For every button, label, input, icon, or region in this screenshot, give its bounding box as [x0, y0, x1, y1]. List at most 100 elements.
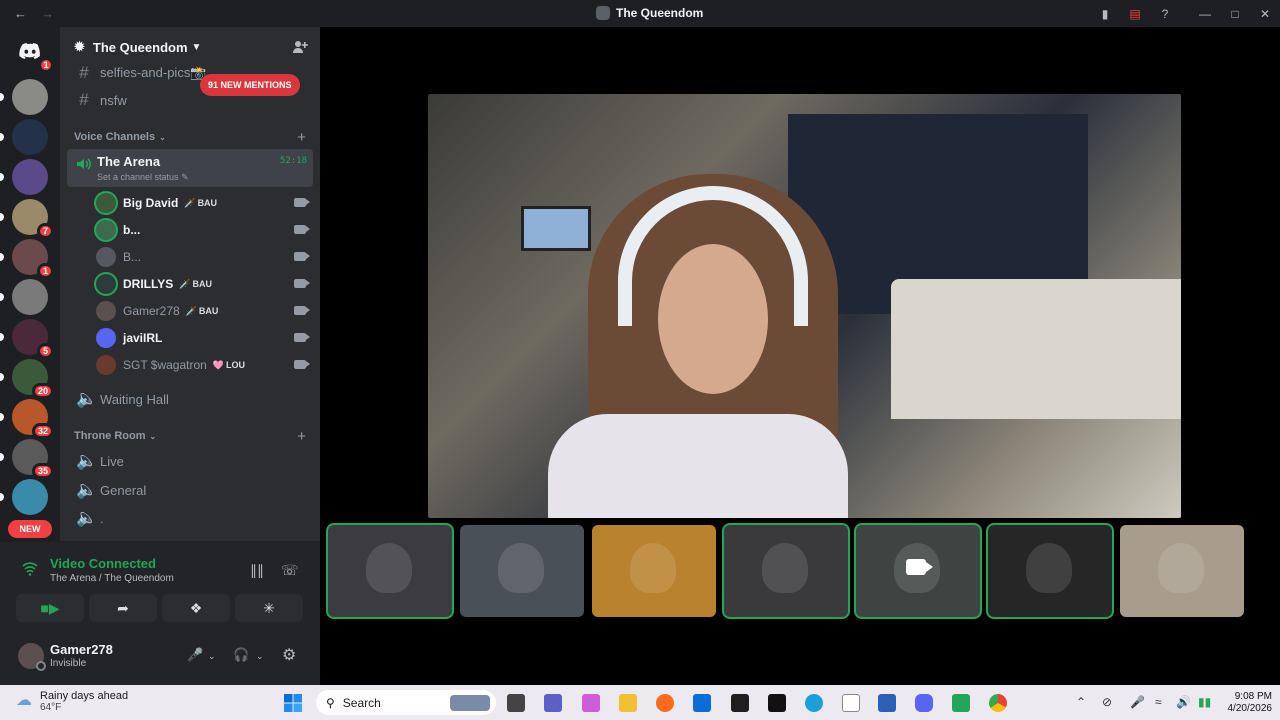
add-friend-icon[interactable] [292, 39, 308, 58]
server-icon[interactable]: 1 [0, 239, 54, 279]
server-icon[interactable]: 35 [0, 439, 54, 479]
category-voice-channels[interactable]: Voice Channels ⌄ + [74, 129, 306, 146]
channel-status[interactable]: Set a channel status ✎ [97, 172, 189, 183]
mail-icon[interactable] [693, 694, 711, 712]
microphone-icon[interactable]: 🎤 [187, 647, 203, 663]
noise-suppression-icon[interactable]: ∥∥ [250, 562, 264, 579]
user-panel: Gamer278 Invisible 🎤 ⌄ 🎧 ⌄ ⚙ [0, 635, 320, 685]
server-icon[interactable]: 20 [0, 359, 54, 399]
minimize-icon[interactable]: — [1190, 7, 1220, 21]
voice-member[interactable]: SGT $wagatron 🩷 LOU [96, 352, 310, 378]
avatar[interactable] [18, 643, 46, 671]
voice-member[interactable]: DRILLYS 🗡️ BAU [96, 271, 310, 297]
forward-icon[interactable]: → [41, 6, 54, 21]
voice-member[interactable]: javiIRL [96, 325, 310, 351]
file-explorer-icon[interactable] [619, 694, 637, 712]
add-channel-icon[interactable]: + [297, 129, 306, 146]
windows-start-icon[interactable] [283, 693, 303, 713]
voice-channel-waiting-hall[interactable]: 🔈 Waiting Hall [68, 386, 312, 412]
weather-temp: 64°F [40, 702, 62, 713]
activities-button[interactable]: ❖ [162, 594, 230, 622]
connection-status[interactable]: Video Connected [50, 556, 156, 571]
add-channel-icon[interactable]: + [297, 428, 306, 445]
role-tag: 🗡️ BAU [186, 306, 219, 317]
discord-home-button[interactable]: 1 [12, 33, 54, 73]
participant-video-tile[interactable] [724, 525, 848, 617]
voice-member[interactable]: B... [96, 244, 310, 270]
speaker-icon: 🔈 [76, 389, 98, 408]
voice-channel-live[interactable]: 🔈 Live [68, 448, 312, 474]
activities-icon: ❖ [189, 599, 203, 616]
server-icon[interactable] [0, 79, 48, 115]
new-mentions-pill[interactable]: 91 NEW MENTIONS [200, 74, 300, 96]
teams-icon[interactable] [544, 694, 562, 712]
screen-share-button[interactable]: ➦ [89, 594, 157, 622]
server-icon[interactable]: 32 [0, 399, 54, 439]
app-icon[interactable] [952, 694, 970, 712]
server-icon[interactable]: 5 [0, 319, 54, 359]
maximize-icon[interactable]: □ [1220, 7, 1250, 21]
username[interactable]: Gamer278 [50, 642, 113, 657]
volume-icon[interactable]: 🔊 [1176, 695, 1191, 709]
discord-taskbar-icon[interactable] [915, 694, 933, 712]
server-icon[interactable] [0, 279, 48, 315]
role-tag: 🩷 LOU [213, 360, 245, 371]
category-label: Throne Room [74, 430, 146, 442]
category-throne-room[interactable]: Throne Room ⌄ + [74, 428, 306, 445]
participant-video-tile[interactable] [988, 525, 1112, 617]
bookmark-icon[interactable]: ▮ [1090, 7, 1120, 21]
server-icon[interactable] [0, 119, 48, 155]
word-icon[interactable] [878, 694, 896, 712]
disconnect-icon[interactable]: ☏ [281, 562, 299, 579]
firefox-icon[interactable] [656, 694, 674, 712]
participant-video-tile[interactable] [856, 525, 980, 617]
focused-video[interactable] [428, 94, 1181, 518]
help-icon[interactable]: ? [1150, 7, 1180, 21]
participant-silhouette [498, 543, 544, 593]
notepad-icon[interactable] [842, 694, 860, 712]
chevron-down-icon[interactable]: ⌄ [208, 651, 216, 662]
battery-icon[interactable]: ▮▮ [1198, 695, 1211, 709]
inbox-icon[interactable]: ▤ [1120, 7, 1150, 21]
dropbox-icon[interactable] [731, 694, 749, 712]
copilot-icon[interactable] [582, 694, 600, 712]
category-label: Voice Channels [74, 131, 156, 143]
chrome-icon[interactable] [989, 694, 1007, 712]
taskbar-search[interactable]: ⚲ Search [316, 690, 496, 715]
task-view-icon[interactable] [507, 694, 525, 712]
gear-icon[interactable]: ⚙ [282, 645, 296, 665]
wifi-icon[interactable]: ≈ [1155, 695, 1162, 709]
chevron-up-icon[interactable]: ⌃ [1076, 695, 1086, 709]
voice-member[interactable]: Big David 🗡️ BAU [96, 190, 310, 216]
voice-member[interactable]: b... [96, 217, 310, 243]
role-tag: 🗡️ BAU [184, 198, 217, 209]
participant-video-tile[interactable] [1120, 525, 1244, 617]
location-off-icon[interactable]: ⊘ [1102, 695, 1112, 709]
voice-channel-the-arena[interactable]: The Arena Set a channel status ✎ 52:18 [67, 149, 313, 187]
weather-widget[interactable]: ☁ Rainy days ahead 64°F [16, 690, 128, 714]
participant-video-tile[interactable] [592, 525, 716, 617]
participant-video-tile[interactable] [460, 525, 584, 617]
signal-icon[interactable] [22, 562, 38, 581]
video-camera-icon [294, 333, 310, 342]
back-icon[interactable]: ← [14, 6, 27, 21]
voice-channel-dot[interactable]: 🔈 . [68, 505, 312, 531]
microphone-icon[interactable]: 🎤 [1130, 695, 1145, 709]
voice-member[interactable]: Gamer278 🗡️ BAU [96, 298, 310, 324]
voice-channel-general[interactable]: 🔈 General [68, 477, 312, 503]
clock[interactable]: 9:08 PM 4/20/2026 [1228, 691, 1273, 715]
video-camera-icon [294, 198, 310, 207]
edge-icon[interactable] [805, 694, 823, 712]
server-icon[interactable]: 7 [0, 199, 54, 239]
headphones-icon[interactable]: 🎧 [233, 647, 249, 663]
soundboard-button[interactable]: ✳ [235, 594, 303, 622]
new-unreads-pill[interactable]: NEW [8, 520, 52, 538]
close-icon[interactable]: ✕ [1250, 7, 1280, 21]
camera-button[interactable]: ■▶ [16, 594, 84, 622]
server-icon[interactable] [0, 479, 48, 515]
participant-video-tile[interactable] [328, 525, 452, 617]
connection-location[interactable]: The Arena / The Queendom [50, 573, 174, 584]
notion-icon[interactable] [768, 694, 786, 712]
server-icon[interactable] [0, 159, 48, 195]
chevron-down-icon[interactable]: ⌄ [256, 651, 264, 662]
